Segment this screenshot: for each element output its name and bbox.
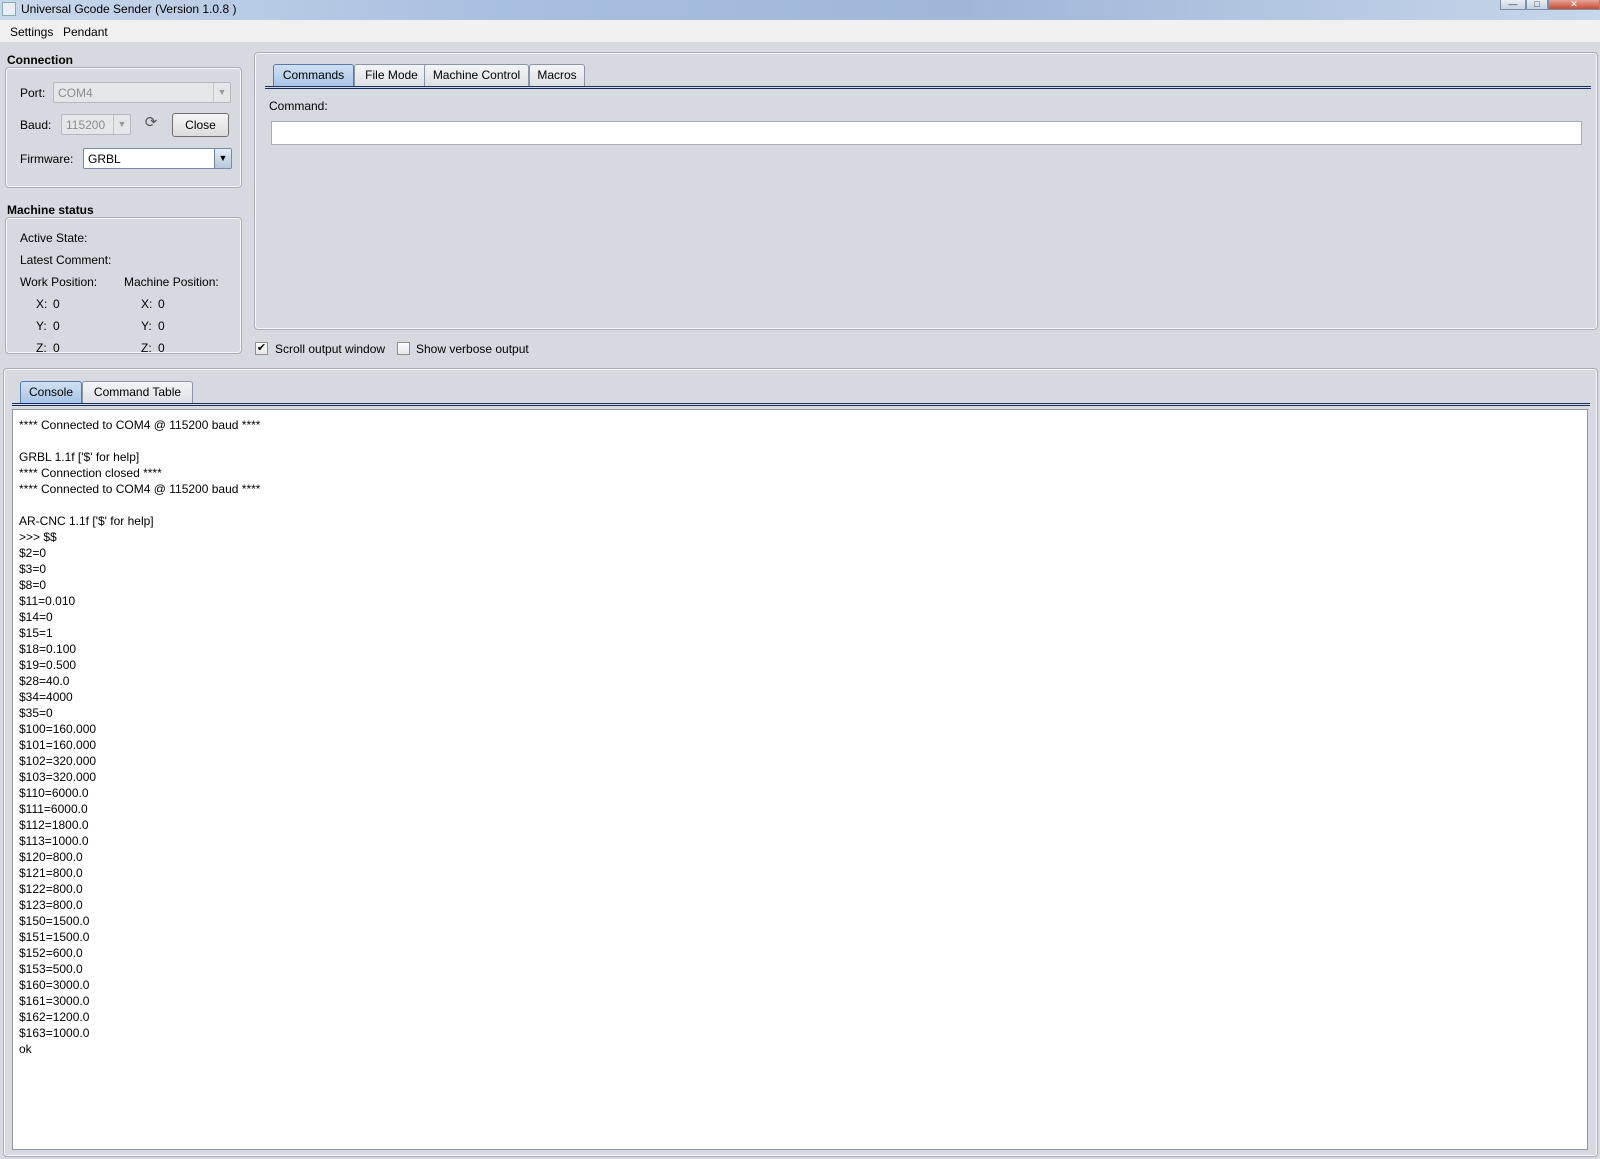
console-line: **** Connected to COM4 @ 115200 baud ***… xyxy=(19,418,261,432)
chevron-down-icon: ▼ xyxy=(214,149,231,168)
command-input[interactable] xyxy=(271,121,1582,145)
scroll-output-label: Scroll output window xyxy=(275,342,386,356)
menu-settings[interactable]: Settings xyxy=(10,25,53,39)
console-line: $15=1 xyxy=(19,626,53,640)
active-state-label: Active State: xyxy=(20,231,88,245)
tab-commands[interactable]: Commands xyxy=(273,64,354,86)
close-window-icon[interactable]: ✕ xyxy=(1548,0,1600,10)
console-line: $153=500.0 xyxy=(19,962,83,976)
machine-z-label: Z: xyxy=(141,341,152,355)
console-line: $35=0 xyxy=(19,706,53,720)
console-line: $34=4000 xyxy=(19,690,73,704)
console-line: AR-CNC 1.1f ['$' for help] xyxy=(19,514,154,528)
work-x-value: 0 xyxy=(53,297,60,311)
machine-z-value: 0 xyxy=(158,341,165,355)
console-line: $14=0 xyxy=(19,610,53,624)
machine-y-label: Y: xyxy=(141,319,152,333)
minimize-icon[interactable]: — xyxy=(1500,0,1526,10)
console-line: $160=3000.0 xyxy=(19,978,90,992)
baud-label: Baud: xyxy=(20,118,52,132)
console-line: GRBL 1.1f ['$' for help] xyxy=(19,450,140,464)
maximize-icon[interactable]: □ xyxy=(1526,0,1548,10)
verbose-output-checkbox[interactable] xyxy=(397,342,410,355)
command-label: Command: xyxy=(269,99,328,113)
tab-file-mode[interactable]: File Mode xyxy=(354,64,429,86)
machine-x-label: X: xyxy=(141,297,153,311)
console-line: $161=3000.0 xyxy=(19,994,90,1008)
console-line: $101=160.000 xyxy=(19,738,97,752)
console-line: $103=320.000 xyxy=(19,770,97,784)
console-line: $19=0.500 xyxy=(19,658,77,672)
scroll-output-checkbox[interactable]: ✔ xyxy=(255,342,268,355)
console-line: $113=1000.0 xyxy=(19,834,89,848)
work-y-label: Y: xyxy=(36,319,47,333)
console-line: ok xyxy=(19,1042,32,1056)
console-line: $122=800.0 xyxy=(19,882,83,896)
console-line: $100=160.000 xyxy=(19,722,97,736)
console-line: $102=320.000 xyxy=(19,754,97,768)
app-icon xyxy=(2,2,16,16)
console-line: $28=40.0 xyxy=(19,674,70,688)
tab-macros[interactable]: Macros xyxy=(529,64,585,86)
firmware-value: GRBL xyxy=(88,152,121,166)
console-line: $121=800.0 xyxy=(19,866,83,880)
machine-status-group-label: Machine status xyxy=(7,203,94,217)
verbose-output-label: Show verbose output xyxy=(416,342,529,356)
title-bar: Universal Gcode Sender (Version 1.0.8 ) … xyxy=(0,0,1600,20)
console-line: >>> $$ xyxy=(19,530,57,544)
tab-separator xyxy=(12,403,1590,406)
window-title: Universal Gcode Sender (Version 1.0.8 ) xyxy=(21,2,237,16)
baud-select[interactable]: 115200 ▼ xyxy=(61,114,131,135)
menu-bar: Settings Pendant xyxy=(0,20,1600,43)
console-line: $151=1500.0 xyxy=(19,930,90,944)
work-x-label: X: xyxy=(36,297,48,311)
chevron-down-icon: ▼ xyxy=(213,83,230,102)
machine-y-value: 0 xyxy=(158,319,165,333)
console-line: **** Connected to COM4 @ 115200 baud ***… xyxy=(19,482,261,496)
port-label: Port: xyxy=(20,86,46,100)
console-output[interactable]: **** Connected to COM4 @ 115200 baud ***… xyxy=(12,409,1588,1150)
top-tab-panel xyxy=(254,52,1598,330)
tab-separator xyxy=(265,86,1591,89)
console-lines: **** Connected to COM4 @ 115200 baud ***… xyxy=(19,417,260,1057)
refresh-icon[interactable]: ⟳ xyxy=(141,113,161,133)
close-button[interactable]: Close xyxy=(172,113,229,137)
baud-value: 115200 xyxy=(66,118,106,132)
chevron-down-icon: ▼ xyxy=(113,115,130,134)
console-line: $11=0.010 xyxy=(19,594,76,608)
tab-command-table[interactable]: Command Table xyxy=(82,381,193,403)
work-z-value: 0 xyxy=(53,341,60,355)
port-value: COM4 xyxy=(58,86,93,100)
console-line: $123=800.0 xyxy=(19,898,83,912)
work-z-label: Z: xyxy=(36,341,47,355)
console-line: $110=6000.0 xyxy=(19,786,89,800)
firmware-select[interactable]: GRBL ▼ xyxy=(83,148,232,169)
machine-x-value: 0 xyxy=(158,297,165,311)
latest-comment-label: Latest Comment: xyxy=(20,253,112,267)
console-line: $162=1200.0 xyxy=(19,1010,90,1024)
machine-position-label: Machine Position: xyxy=(124,275,219,289)
console-line: **** Connection closed **** xyxy=(19,466,162,480)
connection-group-label: Connection xyxy=(7,53,73,67)
work-y-value: 0 xyxy=(53,319,60,333)
console-line: $120=800.0 xyxy=(19,850,83,864)
console-line: $112=1800.0 xyxy=(19,818,89,832)
console-line: $3=0 xyxy=(19,562,47,576)
console-line: $8=0 xyxy=(19,578,47,592)
console-line: $163=1000.0 xyxy=(19,1026,90,1040)
firmware-label: Firmware: xyxy=(20,152,74,166)
console-line: $150=1500.0 xyxy=(19,914,90,928)
console-line: $2=0 xyxy=(19,546,47,560)
tab-machine-control[interactable]: Machine Control xyxy=(424,64,529,86)
tab-console[interactable]: Console xyxy=(20,381,82,403)
work-position-label: Work Position: xyxy=(20,275,98,289)
console-line: $18=0.100 xyxy=(19,642,77,656)
menu-pendant[interactable]: Pendant xyxy=(63,25,108,39)
port-select[interactable]: COM4 ▼ xyxy=(53,82,231,103)
console-line: $111=6000.0 xyxy=(19,802,88,816)
console-line: $152=600.0 xyxy=(19,946,83,960)
